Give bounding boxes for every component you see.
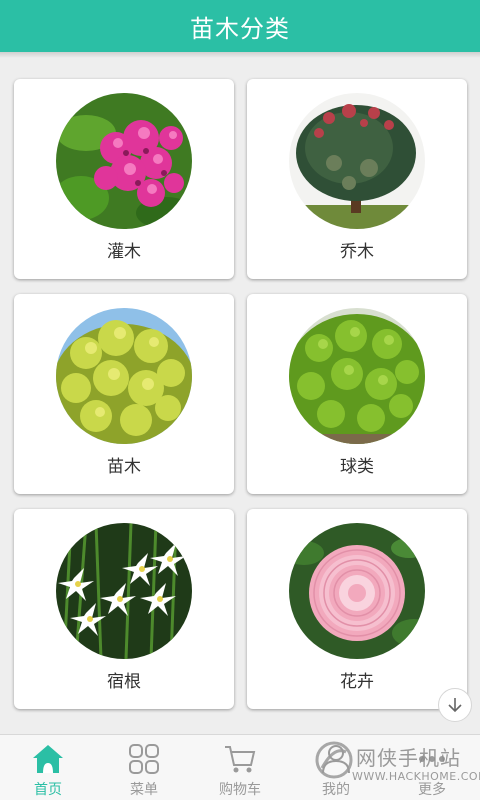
tab-cart[interactable]: 购物车: [192, 735, 288, 800]
category-card-shrub[interactable]: 灌木: [14, 79, 234, 279]
tab-label: 首页: [34, 782, 62, 798]
tab-home[interactable]: 首页: [0, 735, 96, 800]
category-image-flower: [289, 523, 425, 659]
cart-icon: [225, 746, 256, 773]
watermark: 网侠手机站 WWW.HACKHOME.COM: [312, 738, 480, 796]
category-image-perennial: [56, 523, 192, 659]
category-label: 苗木: [107, 457, 141, 477]
grid-menu-icon: [129, 744, 159, 774]
category-card-ball-shrub[interactable]: 球类: [247, 294, 467, 494]
tab-label: 菜单: [130, 782, 158, 798]
category-image-shrub: [56, 93, 192, 229]
category-label: 乔木: [340, 242, 374, 262]
home-icon: [33, 745, 63, 773]
watermark-text: 网侠手机站: [356, 746, 461, 770]
category-card-seedling[interactable]: 苗木: [14, 294, 234, 494]
category-grid: 灌木 乔木 苗木 球类 宿根 花卉: [0, 0, 480, 800]
category-label: 球类: [340, 457, 374, 477]
category-card-perennial[interactable]: 宿根: [14, 509, 234, 709]
category-image-seedling: [56, 308, 192, 444]
tab-label: 购物车: [219, 782, 261, 798]
watermark-logo: [315, 741, 353, 779]
tab-menu[interactable]: 菜单: [96, 735, 192, 800]
category-label: 花卉: [340, 672, 374, 692]
category-card-tree[interactable]: 乔木: [247, 79, 467, 279]
scroll-down-button[interactable]: [438, 688, 472, 722]
arrow-down-icon: [448, 698, 462, 713]
category-image-ball-shrub: [289, 308, 425, 444]
category-card-flower[interactable]: 花卉: [247, 509, 467, 709]
category-image-tree: [289, 93, 425, 229]
watermark-url: WWW.HACKHOME.COM: [352, 770, 480, 783]
category-label: 宿根: [107, 672, 141, 692]
category-label: 灌木: [107, 242, 141, 262]
